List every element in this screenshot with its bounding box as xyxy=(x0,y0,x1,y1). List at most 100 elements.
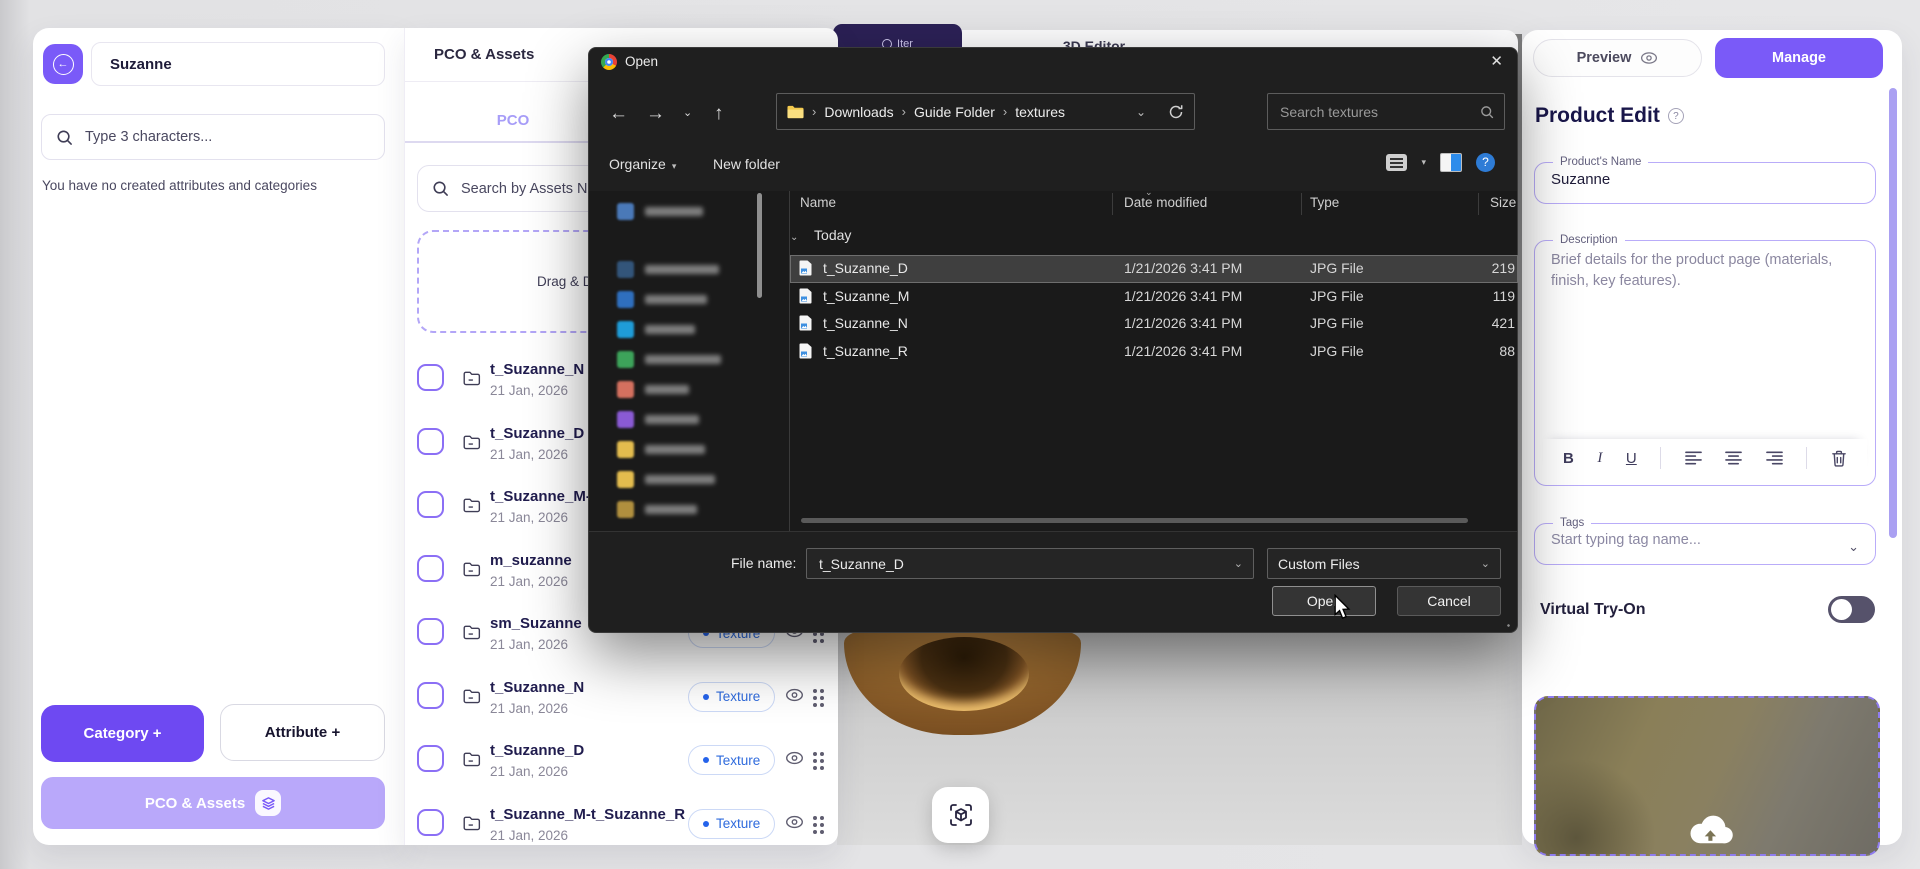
asset-checkbox[interactable] xyxy=(417,364,444,391)
virtual-tryon-toggle[interactable] xyxy=(1828,596,1875,623)
nav-up-icon[interactable]: ↑ xyxy=(714,104,724,123)
breadcrumb-guide-folder[interactable]: Guide Folder xyxy=(914,104,995,120)
viewport-settings-button[interactable] xyxy=(932,787,989,843)
visibility-eye-icon[interactable] xyxy=(785,814,804,830)
asset-date: 21 Jan, 2026 xyxy=(490,828,568,843)
organize-button[interactable]: Organize▾ xyxy=(609,156,676,172)
asset-checkbox[interactable] xyxy=(417,491,444,518)
file-row[interactable]: t_Suzanne_M 1/21/2026 3:41 PM JPG File 1… xyxy=(790,283,1518,311)
column-divider[interactable] xyxy=(1112,193,1113,215)
drag-handle-icon[interactable] xyxy=(813,752,817,756)
preview-pane-icon[interactable] xyxy=(1440,153,1462,172)
column-size[interactable]: Size xyxy=(1490,195,1516,210)
asset-row[interactable]: t_Suzanne_D 21 Jan, 2026 Texture xyxy=(405,739,838,803)
thumbnail-upload-zone[interactable] xyxy=(1534,696,1880,856)
align-center-icon[interactable] xyxy=(1725,451,1742,465)
pco-assets-button[interactable]: PCO & Assets xyxy=(41,777,385,829)
quick-access-item[interactable] xyxy=(589,467,789,493)
asset-checkbox[interactable] xyxy=(417,745,444,772)
address-dropdown-icon[interactable]: ⌄ xyxy=(1136,105,1146,119)
asset-checkbox[interactable] xyxy=(417,428,444,455)
product-name-input[interactable] xyxy=(1535,168,1875,188)
scrollbar-thumb[interactable] xyxy=(801,518,1468,523)
panel-scrollbar[interactable] xyxy=(1889,88,1897,538)
quick-access-item[interactable] xyxy=(589,437,789,463)
file-size: 88 xyxy=(1410,343,1515,359)
breadcrumb-textures[interactable]: textures xyxy=(1015,104,1065,120)
today-group-header[interactable]: ⌄ Today xyxy=(790,227,851,243)
open-button[interactable]: Open xyxy=(1272,586,1376,616)
dialog-titlebar[interactable]: Open ✕ xyxy=(589,48,1517,76)
visibility-eye-icon[interactable] xyxy=(785,687,804,703)
nav-recent-chevron-icon[interactable]: ⌄ xyxy=(683,108,692,119)
align-right-icon[interactable] xyxy=(1766,451,1783,465)
dialog-search[interactable] xyxy=(1267,93,1505,130)
nav-forward-icon[interactable]: → xyxy=(646,104,665,123)
breadcrumb-downloads[interactable]: Downloads xyxy=(824,104,893,120)
chevron-down-icon[interactable]: ⌄ xyxy=(1234,557,1243,570)
column-divider[interactable] xyxy=(1478,193,1479,215)
column-date-modified[interactable]: Date modified xyxy=(1124,195,1207,210)
asset-checkbox[interactable] xyxy=(417,555,444,582)
sidebar-scrollbar[interactable] xyxy=(757,193,762,298)
dialog-search-input[interactable] xyxy=(1278,103,1480,121)
folder-icon xyxy=(462,687,482,705)
italic-button[interactable]: I xyxy=(1597,450,1602,467)
sidebar-search[interactable] xyxy=(41,114,385,160)
file-type-select[interactable]: Custom Files ⌄ xyxy=(1267,548,1501,579)
drag-handle-icon[interactable] xyxy=(813,689,817,693)
asset-checkbox[interactable] xyxy=(417,618,444,645)
trash-icon[interactable] xyxy=(1831,450,1847,467)
column-divider[interactable] xyxy=(1301,193,1302,215)
address-bar[interactable]: › Downloads › Guide Folder › textures ⌄ xyxy=(776,93,1195,130)
visibility-eye-icon[interactable] xyxy=(785,750,804,766)
tags-input[interactable] xyxy=(1535,529,1824,548)
quick-access-label-redacted xyxy=(645,475,715,484)
upload-cloud-icon xyxy=(1684,808,1736,846)
breadcrumb-chevron: › xyxy=(1003,104,1007,119)
new-folder-button[interactable]: New folder xyxy=(713,156,780,172)
column-type[interactable]: Type xyxy=(1310,195,1339,210)
list-view-icon[interactable] xyxy=(1386,154,1407,171)
file-name-input[interactable] xyxy=(817,555,1234,573)
sidebar-search-input[interactable] xyxy=(83,128,370,146)
refresh-icon[interactable] xyxy=(1168,104,1184,120)
add-category-button[interactable]: Category + xyxy=(41,705,204,762)
file-row[interactable]: t_Suzanne_R 1/21/2026 3:41 PM JPG File 8… xyxy=(790,338,1518,366)
file-row[interactable]: t_Suzanne_D 1/21/2026 3:41 PM JPG File 2… xyxy=(790,255,1518,283)
description-textarea[interactable] xyxy=(1535,246,1875,396)
file-name-combobox[interactable]: ⌄ xyxy=(806,548,1254,579)
asset-date: 21 Jan, 2026 xyxy=(490,447,568,462)
file-row[interactable]: t_Suzanne_N 1/21/2026 3:41 PM JPG File 4… xyxy=(790,310,1518,338)
nav-back-icon[interactable]: ← xyxy=(609,104,628,123)
help-icon[interactable]: ? xyxy=(1476,153,1495,172)
resize-grip[interactable] xyxy=(1502,619,1512,629)
quick-access-item[interactable] xyxy=(589,377,789,403)
quick-access-item[interactable] xyxy=(589,407,789,433)
preview-button[interactable]: Preview xyxy=(1533,39,1702,77)
back-button[interactable]: ← xyxy=(43,44,83,84)
underline-button[interactable]: U xyxy=(1626,450,1637,467)
layers-icon xyxy=(255,790,281,816)
asset-checkbox[interactable] xyxy=(417,809,444,836)
view-dropdown-icon[interactable]: ▾ xyxy=(1421,157,1426,168)
quick-access-item[interactable] xyxy=(589,497,789,523)
chevron-down-icon[interactable]: ⌄ xyxy=(1848,539,1859,555)
bold-button[interactable]: B xyxy=(1563,450,1574,467)
align-left-icon[interactable] xyxy=(1685,451,1702,465)
close-icon[interactable]: ✕ xyxy=(1490,52,1503,70)
cancel-button[interactable]: Cancel xyxy=(1397,586,1501,616)
add-attribute-button[interactable]: Attribute + xyxy=(220,704,385,761)
asset-row[interactable]: t_Suzanne_N 21 Jan, 2026 Texture xyxy=(405,676,838,740)
manage-button[interactable]: Manage xyxy=(1715,38,1883,78)
horizontal-scrollbar[interactable] xyxy=(790,517,1518,524)
quick-access-item[interactable] xyxy=(589,347,789,373)
asset-row[interactable]: t_Suzanne_M-t_Suzanne_R 21 Jan, 2026 Tex… xyxy=(405,803,838,867)
folder-icon xyxy=(462,750,482,768)
help-icon[interactable]: ? xyxy=(1668,108,1684,124)
column-name[interactable]: Name xyxy=(800,195,836,210)
quick-access-item[interactable] xyxy=(589,317,789,343)
asset-checkbox[interactable] xyxy=(417,682,444,709)
drag-handle-icon[interactable] xyxy=(813,816,817,820)
suzanne-3d-model[interactable] xyxy=(844,631,1081,735)
